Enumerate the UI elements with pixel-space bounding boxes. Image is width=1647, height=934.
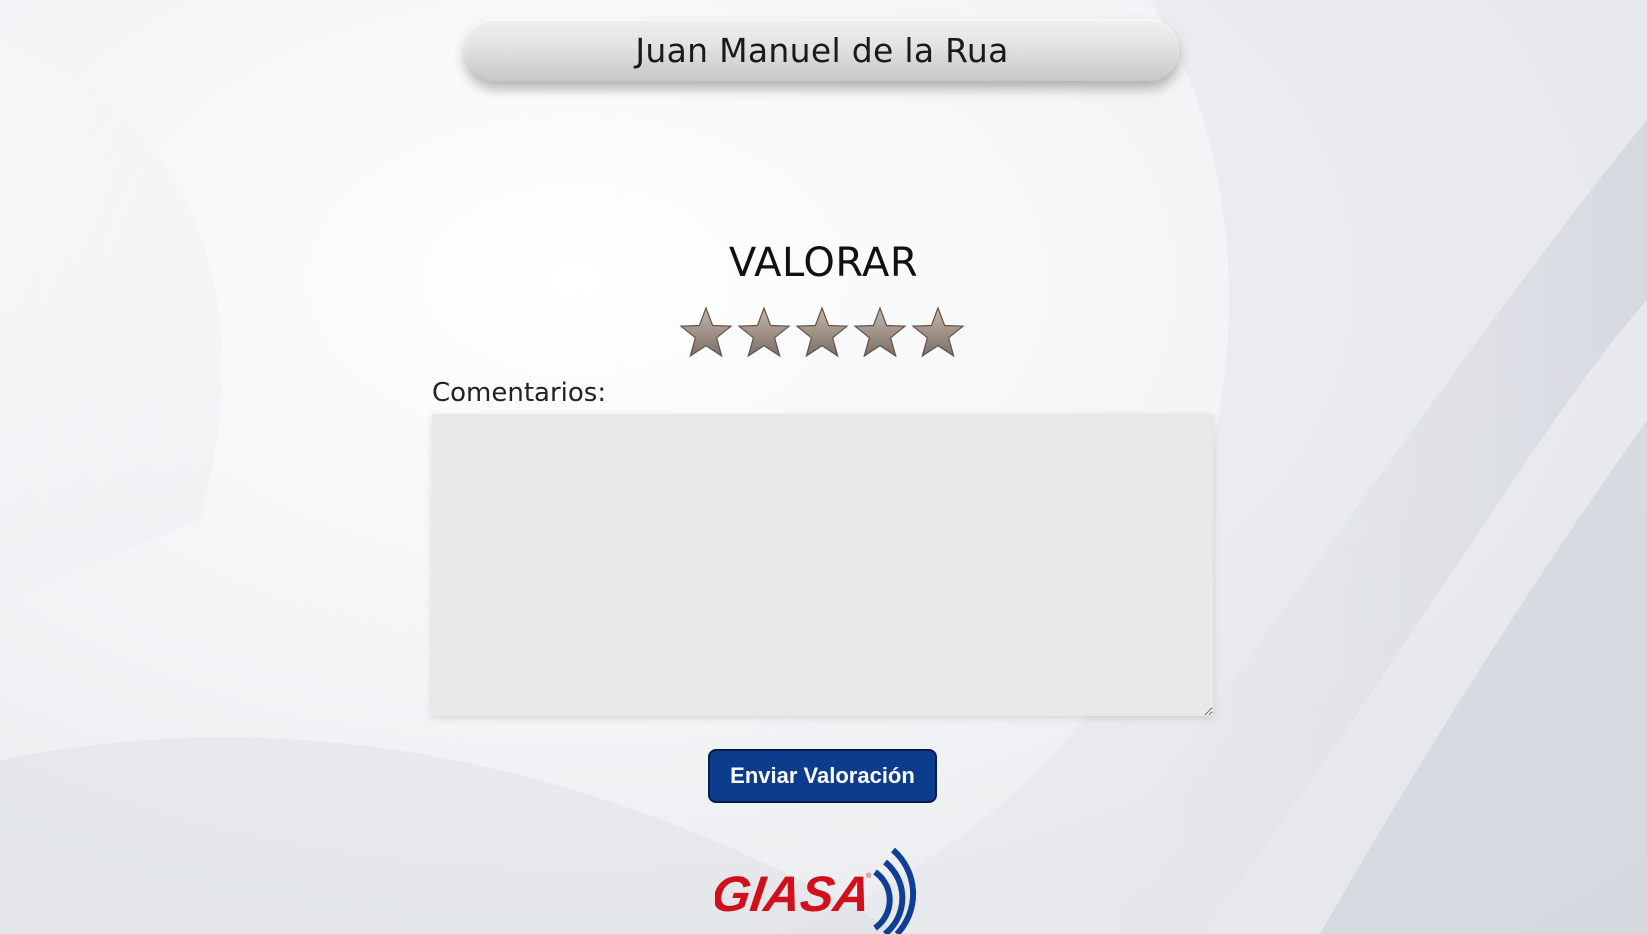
svg-text:®: ® [866, 872, 872, 880]
star-icon[interactable] [678, 306, 734, 362]
comments-textarea[interactable] [432, 414, 1213, 716]
page-title: Juan Manuel de la Rua [635, 30, 1009, 70]
star-icon[interactable] [852, 306, 908, 362]
star-icon[interactable] [794, 306, 850, 362]
comments-label: Comentarios: [432, 378, 607, 408]
submit-rating-button[interactable]: Enviar Valoración [708, 749, 937, 803]
rating-heading: VALORAR [728, 240, 919, 286]
star-rating[interactable] [678, 306, 966, 362]
svg-text:GIASA: GIASA [715, 866, 874, 922]
header-title-bar: Juan Manuel de la Rua [465, 19, 1179, 81]
star-icon[interactable] [736, 306, 792, 362]
giasa-logo: GIASA ® [715, 847, 917, 934]
star-icon[interactable] [910, 306, 966, 362]
